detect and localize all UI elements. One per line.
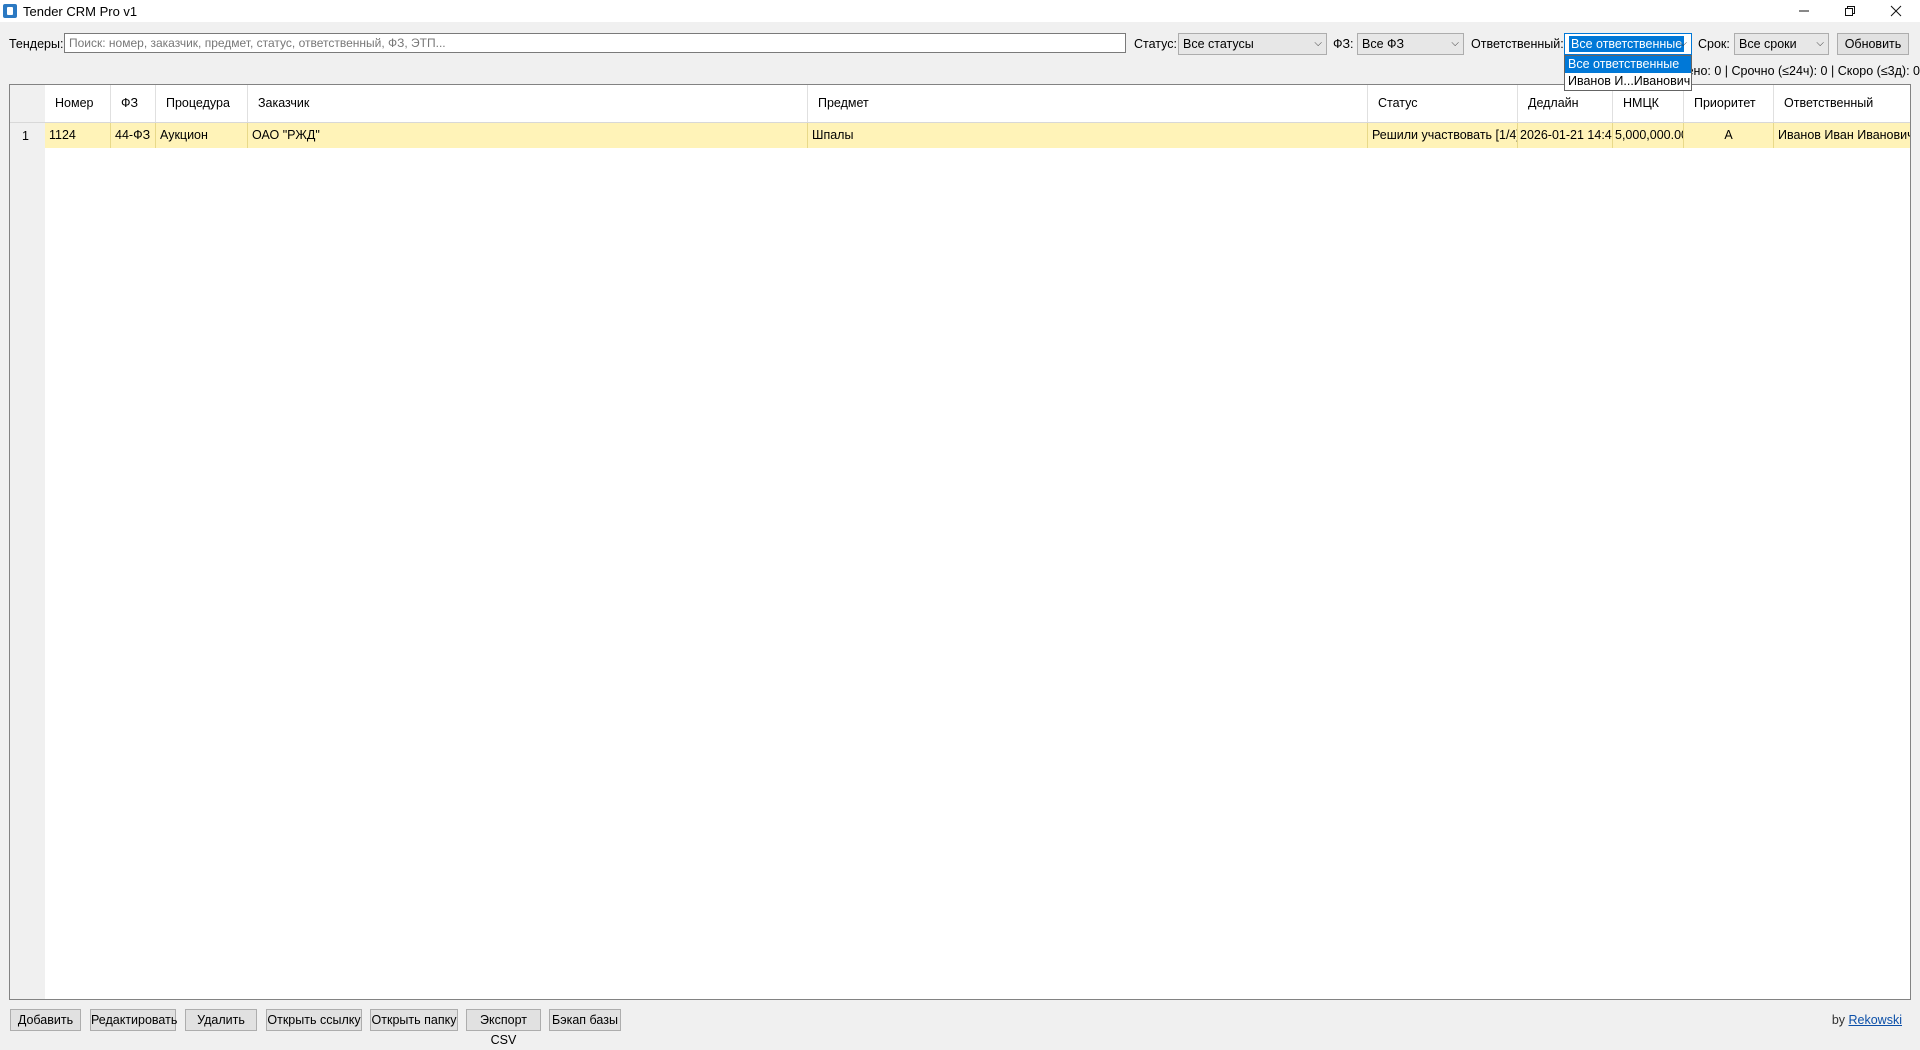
chevron-down-icon: ⌵ (1816, 38, 1824, 49)
edit-button[interactable]: Редактировать (90, 1009, 177, 1031)
row-number[interactable]: 1 (22, 129, 29, 143)
restore-button[interactable] (1827, 0, 1873, 22)
row-header-column (10, 85, 45, 999)
app-icon (3, 4, 17, 18)
fz-select-value: Все ФЗ (1362, 37, 1405, 51)
column-header-subject[interactable]: Предмет (808, 85, 1368, 122)
fz-label: ФЗ: (1333, 37, 1354, 51)
fz-select[interactable]: Все ФЗ ⌵ (1357, 33, 1464, 55)
author-link[interactable]: Rekowski (1849, 1013, 1903, 1027)
column-header-procedure[interactable]: Процедура (156, 85, 248, 122)
delete-button[interactable]: Удалить (185, 1009, 257, 1031)
column-header-fz[interactable]: ФЗ (111, 85, 156, 122)
responsible-select-value: Все ответственные (1569, 36, 1685, 52)
cell-procedure: Аукцион (156, 123, 248, 148)
term-select-value: Все сроки (1739, 37, 1797, 51)
backup-button[interactable]: Бэкап базы (549, 1009, 621, 1031)
cell-deadline: 2026-01-21 14:40 (1518, 123, 1613, 148)
export-csv-button[interactable]: Экспорт CSV (466, 1009, 541, 1047)
close-icon (1890, 5, 1902, 17)
column-header-status[interactable]: Статус (1368, 85, 1518, 122)
close-button[interactable] (1873, 0, 1919, 22)
restore-icon (1845, 6, 1855, 16)
window-title: Tender CRM Pro v1 (23, 4, 138, 19)
author-credit: by Rekowski (1832, 1013, 1902, 1027)
cell-number: 1124 (45, 123, 111, 148)
column-header-responsible[interactable]: Ответственный (1774, 85, 1910, 122)
responsible-select[interactable]: Все ответственные ⌵ (1564, 33, 1692, 55)
cell-subject: Шпалы (808, 123, 1368, 148)
open-folder-button[interactable]: Открыть папку (370, 1009, 458, 1031)
add-button[interactable]: Добавить (10, 1009, 81, 1031)
cell-status: Решили участвовать [1/4] (1368, 123, 1518, 148)
status-select[interactable]: Все статусы ⌵ (1178, 33, 1327, 55)
responsible-label: Ответственный: (1471, 37, 1564, 51)
column-header-priority[interactable]: Приоритет (1684, 85, 1774, 122)
status-select-value: Все статусы (1183, 37, 1254, 51)
minimize-icon (1799, 10, 1809, 12)
status-label: Статус: (1134, 37, 1177, 51)
responsible-dropdown-list: Все ответственные Иванов И...Иванович (1564, 55, 1692, 91)
chevron-down-icon: ⌵ (1451, 38, 1459, 49)
column-header-customer[interactable]: Заказчик (248, 85, 808, 122)
by-text: by (1831, 1013, 1846, 1027)
chevron-down-icon: ⌵ (1314, 38, 1322, 49)
open-link-button[interactable]: Открыть ссылку (266, 1009, 362, 1031)
search-input[interactable] (64, 33, 1126, 53)
tenders-label: Тендеры: (9, 37, 64, 51)
tenders-table[interactable]: Номер ФЗ Процедура Заказчик Предмет Стат… (9, 84, 1911, 1000)
cell-responsible: Иванов Иван Иванович (1778, 128, 1911, 142)
dropdown-option-all[interactable]: Все ответственные (1565, 56, 1691, 73)
term-select[interactable]: Все сроки ⌵ (1734, 33, 1829, 55)
minimize-button[interactable] (1781, 0, 1827, 22)
cell-priority: A (1684, 123, 1774, 148)
dropdown-option-ivanov[interactable]: Иванов И...Иванович (1565, 73, 1691, 90)
term-label: Срок: (1698, 37, 1730, 51)
refresh-button[interactable]: Обновить (1837, 33, 1909, 55)
deadline-summary: ено: 0 | Срочно (≤24ч): 0 | Скоро (≤3д):… (1686, 64, 1920, 78)
cell-customer: ОАО "РЖД" (248, 123, 808, 148)
column-header-number[interactable]: Номер (45, 85, 111, 122)
title-bar: Tender CRM Pro v1 (0, 0, 1920, 22)
table-row[interactable]: 1124 44-ФЗ Аукцион ОАО "РЖД" Шпалы Решил… (45, 123, 1911, 148)
cell-nmck: 5,000,000.00 (1613, 123, 1684, 148)
cell-fz: 44-ФЗ (111, 123, 156, 148)
chevron-down-icon: ⌵ (1679, 38, 1687, 49)
